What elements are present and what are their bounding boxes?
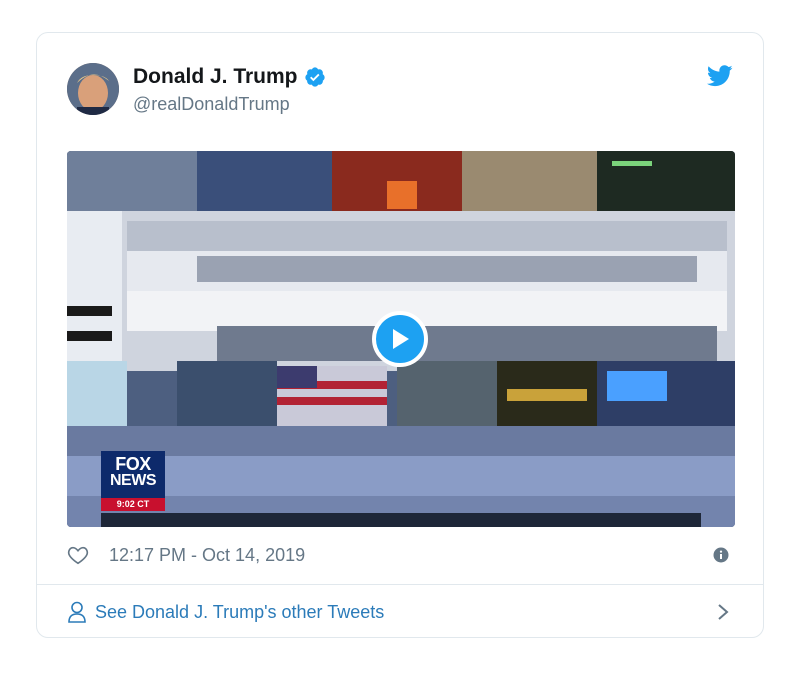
watermark-time: 9:02 CT [101,498,165,511]
tweet-timestamp[interactable]: 12:17 PM - Oct 14, 2019 [109,545,305,566]
tweet-card: Donald J. Trump @realDonaldTrump FOX NEW… [36,32,764,638]
avatar[interactable] [67,63,119,115]
video-player[interactable]: FOX NEWS 9:02 CT [67,151,735,527]
verified-badge-icon [304,67,325,87]
fox-news-watermark: FOX NEWS 9:02 CT [101,451,165,511]
info-icon[interactable] [713,547,729,563]
play-icon [393,329,409,349]
chevron-right-icon[interactable] [717,603,729,621]
twitter-bird-icon[interactable] [707,65,733,87]
heart-icon[interactable] [67,544,89,566]
person-icon [68,601,86,623]
watermark-line1: FOX [115,454,151,474]
watermark-line2: NEWS [110,472,157,489]
play-button[interactable] [372,311,428,367]
author-name[interactable]: Donald J. Trump [133,65,298,89]
author-handle[interactable]: @realDonaldTrump [133,94,290,115]
tweet-meta: 12:17 PM - Oct 14, 2019 [67,542,305,568]
see-other-tweets-label[interactable]: See Donald J. Trump's other Tweets [95,602,384,623]
author-name-row[interactable]: Donald J. Trump [133,65,326,89]
see-other-tweets-link[interactable]: See Donald J. Trump's other Tweets [67,585,733,639]
